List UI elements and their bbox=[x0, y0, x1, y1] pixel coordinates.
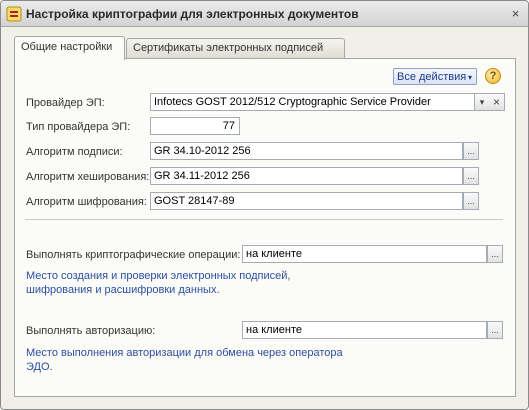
sign-algorithm-label: Алгоритм подписи: bbox=[26, 146, 123, 158]
authorization-select-button[interactable]: ... bbox=[487, 321, 503, 339]
authorization-field[interactable]: на клиенте bbox=[242, 321, 487, 339]
title-bar: Настройка криптографии для электронных д… bbox=[1, 1, 528, 27]
close-icon[interactable]: × bbox=[509, 7, 522, 20]
authorization-label: Выполнять авторизацию: bbox=[26, 325, 156, 337]
crypto-operations-field[interactable]: на клиенте bbox=[242, 245, 487, 263]
all-actions-button[interactable]: Все действия ▾ bbox=[393, 68, 477, 85]
settings-window: Настройка криптографии для электронных д… bbox=[0, 0, 529, 410]
sign-algorithm-field[interactable]: GR 34.10-2012 256 bbox=[150, 142, 463, 160]
chevron-down-icon: ▾ bbox=[467, 73, 472, 82]
provider-dropdown-icon[interactable]: ▾ bbox=[474, 93, 490, 111]
encrypt-algorithm-field[interactable]: GOST 28147-89 bbox=[150, 192, 463, 210]
encrypt-algorithm-select-button[interactable]: ... bbox=[463, 192, 479, 210]
provider-clear-icon[interactable]: × bbox=[489, 93, 505, 111]
sign-algorithm-select-button[interactable]: ... bbox=[463, 142, 479, 160]
crypto-operations-label: Выполнять криптографические операции: bbox=[26, 249, 241, 261]
window-title: Настройка криптографии для электронных д… bbox=[26, 7, 359, 21]
crypto-operations-hint-line1: Место создания и проверки электронных по… bbox=[26, 270, 291, 282]
authorization-hint-line2: ЭДО. bbox=[26, 361, 53, 373]
provider-label: Провайдер ЭП: bbox=[26, 97, 105, 109]
tab-signature-certificates[interactable]: Сертификаты электронных подписей bbox=[126, 38, 345, 59]
hash-algorithm-select-button[interactable]: ... bbox=[463, 167, 479, 185]
provider-field[interactable]: Infotecs GOST 2012/512 Cryptographic Ser… bbox=[150, 93, 475, 111]
all-actions-label: Все действия bbox=[397, 71, 467, 83]
section-divider bbox=[25, 219, 503, 220]
crypto-operations-select-button[interactable]: ... bbox=[487, 245, 503, 263]
general-settings-panel: Все действия ▾ ? Провайдер ЭП: Infotecs … bbox=[14, 58, 516, 397]
crypto-operations-hint-line2: шифрования и расшифровки данных. bbox=[26, 284, 220, 296]
authorization-hint-line1: Место выполнения авторизации для обмена … bbox=[26, 347, 343, 359]
tab-general-settings[interactable]: Общие настройки bbox=[14, 36, 125, 60]
app-icon bbox=[6, 6, 22, 22]
hash-algorithm-label: Алгоритм хеширования: bbox=[26, 171, 150, 183]
provider-type-field[interactable]: 77 bbox=[150, 117, 240, 135]
help-icon[interactable]: ? bbox=[485, 68, 501, 84]
hash-algorithm-field[interactable]: GR 34.11-2012 256 bbox=[150, 167, 463, 185]
encrypt-algorithm-label: Алгоритм шифрования: bbox=[26, 196, 147, 208]
provider-type-label: Тип провайдера ЭП: bbox=[26, 121, 131, 133]
